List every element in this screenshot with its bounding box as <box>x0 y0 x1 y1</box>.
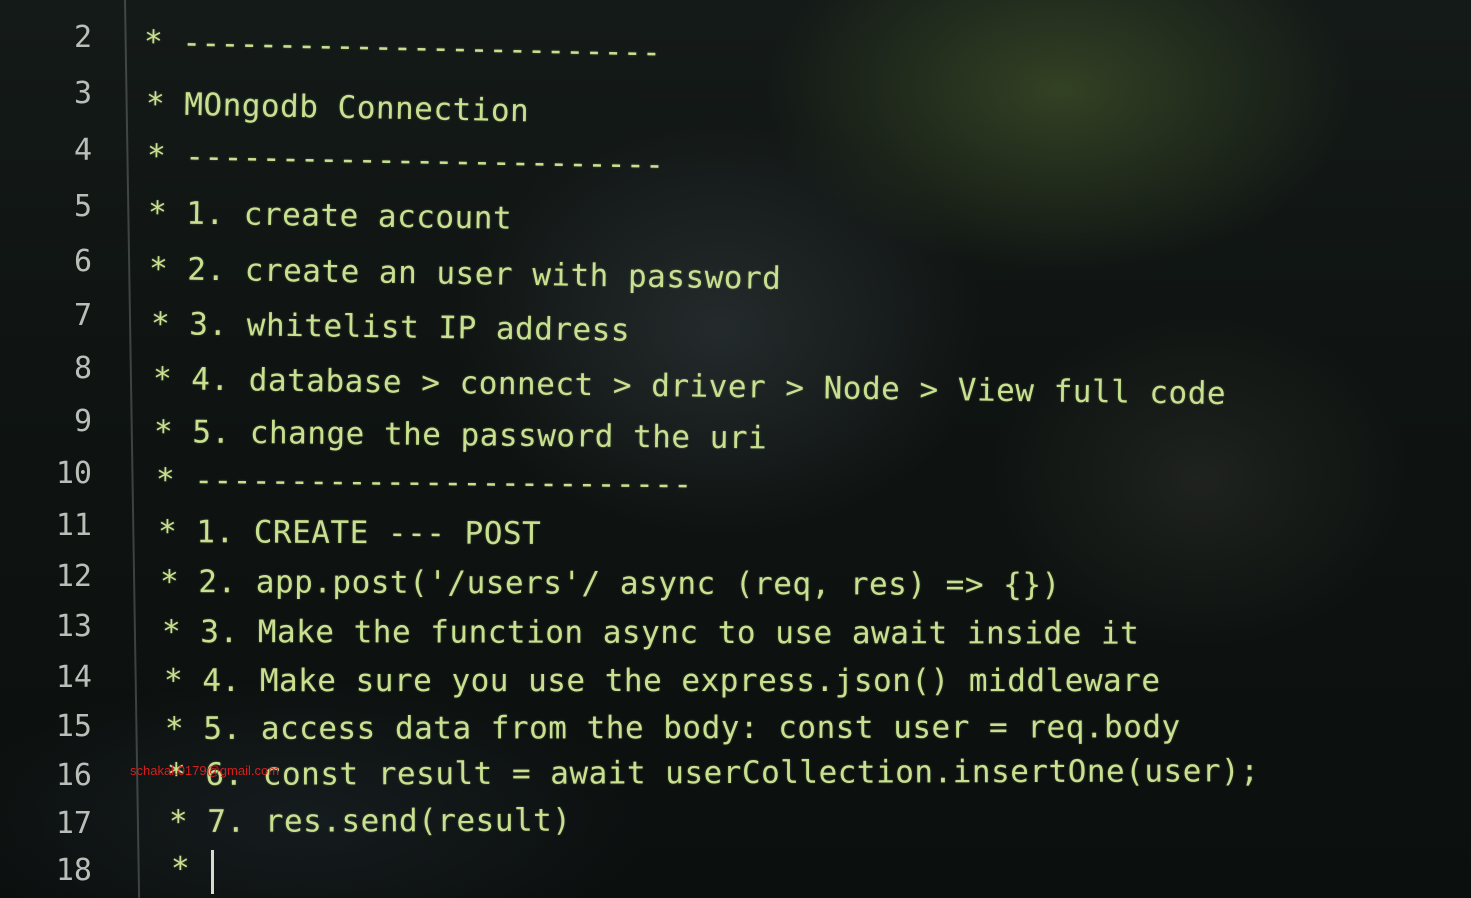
code-line[interactable]: * 1. create account <box>148 195 513 237</box>
code-line[interactable]: * 5. access data from the body: const us… <box>165 709 1181 747</box>
code-line[interactable]: * 2. create an user with password <box>149 251 782 297</box>
line-number: 9 <box>73 404 92 439</box>
code-editor[interactable]: 2 3 4 5 6 7 8 9 10 11 12 13 14 15 16 17 … <box>0 0 1471 898</box>
line-number: 5 <box>73 189 92 224</box>
code-line[interactable]: * 3. whitelist IP address <box>151 306 631 349</box>
code-line[interactable]: * 1. CREATE --- POST <box>158 514 541 552</box>
code-line-current[interactable]: * <box>171 851 190 887</box>
line-number: 15 <box>55 709 92 744</box>
code-line[interactable]: * 5. change the password the uri <box>154 414 768 456</box>
watermark-email: schakal.0179@gmail.com <box>130 763 280 778</box>
line-number: 4 <box>73 133 92 168</box>
line-number: 10 <box>55 456 92 491</box>
line-number: 14 <box>55 660 92 695</box>
code-line[interactable]: * 4. Make sure you use the express.json(… <box>164 663 1161 699</box>
code-line[interactable]: * 4. database > connect > driver > Node … <box>153 361 1227 412</box>
code-line-heading[interactable]: * MOngodb Connection <box>146 86 530 129</box>
code-line[interactable]: * 6. const result = await userCollection… <box>167 753 1259 793</box>
code-line[interactable]: * 7. res.send(result) <box>169 803 572 840</box>
line-number: 3 <box>73 76 92 111</box>
line-number: 7 <box>73 298 92 333</box>
code-line-comment-rule[interactable]: * ------------------------- <box>144 24 662 71</box>
line-number: 12 <box>55 559 92 594</box>
line-number-gutter: 2 3 4 5 6 7 8 9 10 11 12 13 14 15 16 17 … <box>0 0 118 898</box>
code-line-comment-rule[interactable]: * ------------------------- <box>147 138 665 183</box>
line-number: 13 <box>55 609 92 644</box>
text-cursor <box>211 850 214 894</box>
code-line-comment-rule[interactable]: * -------------------------- <box>156 462 693 503</box>
line-number: 16 <box>55 758 92 793</box>
line-number: 17 <box>55 806 92 841</box>
code-line[interactable]: * 2. app.post('/users'/ async (req, res)… <box>160 564 1061 603</box>
line-number: 11 <box>55 508 92 543</box>
line-number: 18 <box>55 853 92 888</box>
code-line[interactable]: * 3. Make the function async to use awai… <box>162 614 1139 652</box>
line-number: 2 <box>73 20 92 55</box>
line-number: 8 <box>73 351 92 386</box>
line-number: 6 <box>73 244 92 279</box>
